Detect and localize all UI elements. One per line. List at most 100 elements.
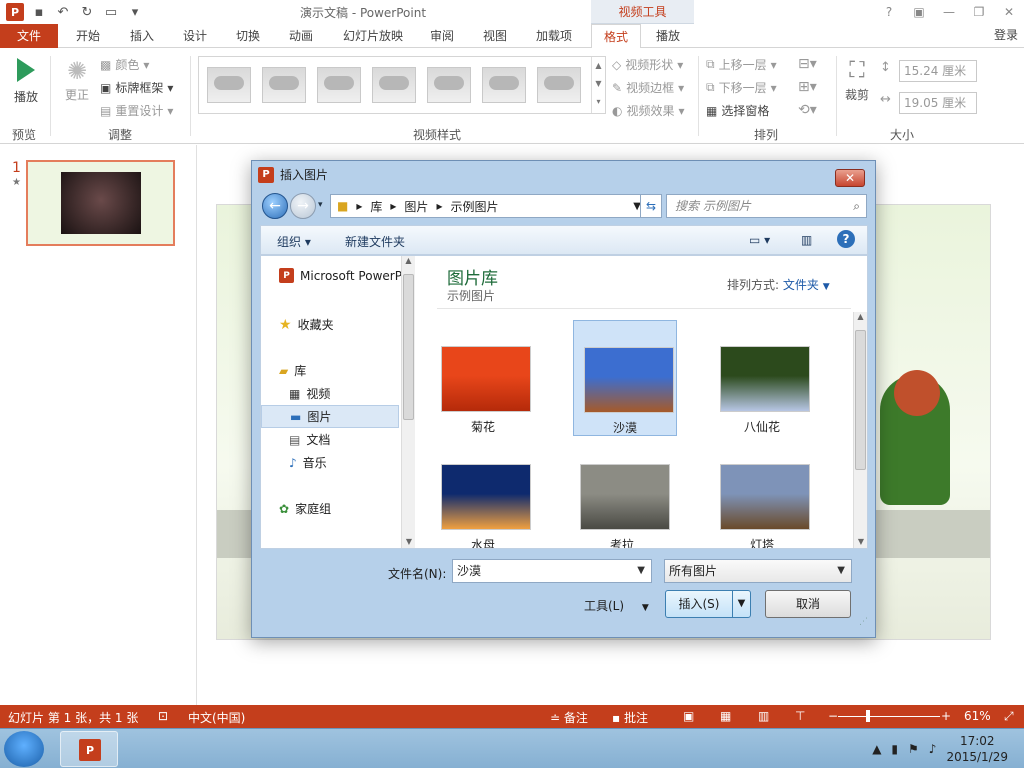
video-style-thumb[interactable]: [207, 67, 251, 103]
filetype-select[interactable]: 所有图片 ▼: [664, 559, 852, 583]
video-style-thumb[interactable]: [262, 67, 306, 103]
tray-expand-icon[interactable]: ▲: [872, 742, 881, 756]
nav-item-libraries[interactable]: ▰ 库: [279, 362, 306, 379]
image-tile-lighthouse[interactable]: 灯塔: [710, 438, 814, 548]
help-icon[interactable]: ?: [837, 230, 855, 248]
nav-item-homegroup[interactable]: ✿ 家庭组: [279, 500, 331, 517]
close-icon[interactable]: ✕: [994, 0, 1024, 24]
slide-sorter-icon[interactable]: ▦: [720, 709, 731, 723]
reading-view-icon[interactable]: ▥: [758, 709, 769, 723]
tab-addins[interactable]: 加载项: [530, 24, 578, 48]
refresh-icon[interactable]: ⇆: [640, 194, 662, 218]
help-icon[interactable]: ?: [874, 0, 904, 24]
recent-locations-icon[interactable]: ▾: [318, 200, 323, 210]
video-style-thumb[interactable]: [372, 67, 416, 103]
save-icon[interactable]: ▪: [30, 3, 48, 21]
forward-button[interactable]: →: [290, 193, 316, 219]
preview-pane-icon[interactable]: ▥: [801, 233, 812, 247]
tab-view[interactable]: 视图: [477, 24, 513, 48]
address-bar[interactable]: ■ ▸ 库 ▸ 图片 ▸ 示例图片 ▼: [330, 194, 648, 218]
navigation-pane-scrollbar[interactable]: ▲ ▼: [401, 256, 415, 548]
scroll-down-icon[interactable]: ▼: [402, 537, 416, 546]
login-link[interactable]: 登录: [994, 26, 1018, 43]
nav-item-pictures[interactable]: ▬ 图片: [261, 405, 399, 428]
cancel-button[interactable]: 取消: [765, 590, 851, 618]
selection-pane-button[interactable]: ▦ 选择窗格: [706, 102, 769, 119]
zoom-in-icon[interactable]: +: [941, 709, 951, 723]
tab-review[interactable]: 审阅: [424, 24, 460, 48]
powerpoint-logo-icon[interactable]: P: [6, 3, 24, 21]
search-input[interactable]: 搜索 示例图片 ⌕: [666, 194, 867, 218]
tab-file[interactable]: 文件: [0, 24, 58, 48]
tab-format[interactable]: 格式: [591, 24, 641, 49]
video-style-thumb[interactable]: [427, 67, 471, 103]
change-view-icon[interactable]: ▭ ▾: [749, 233, 770, 247]
organize-button[interactable]: 组织 ▾: [277, 233, 311, 250]
poster-frame-button[interactable]: ▣ 标牌框架 ▾: [100, 79, 173, 96]
width-spinner[interactable]: 19.05 厘米: [899, 92, 977, 114]
dialog-close-button[interactable]: ✕: [835, 169, 865, 187]
clock[interactable]: 17:02 2015/1/29: [946, 733, 1008, 765]
minimize-icon[interactable]: —: [934, 0, 964, 24]
tab-insert[interactable]: 插入: [124, 24, 160, 48]
network-icon[interactable]: ▮: [891, 742, 898, 756]
nav-item-favorites[interactable]: ★ 收藏夹: [279, 316, 334, 333]
nav-item-music[interactable]: ♪ 音乐: [289, 454, 327, 471]
language-status[interactable]: 中文(中国): [188, 709, 245, 726]
group-objects-icon[interactable]: ⊞▾: [798, 79, 817, 95]
arrange-by[interactable]: 排列方式: 文件夹 ▼: [727, 276, 830, 293]
comments-button[interactable]: ▪ 批注: [612, 709, 648, 726]
rotate-icon[interactable]: ⟲▾: [798, 102, 817, 118]
video-style-thumb[interactable]: [482, 67, 526, 103]
bring-forward-button[interactable]: ⧉ 上移一层 ▾: [706, 56, 777, 73]
gallery-scroll[interactable]: ▲ ▼ ▾: [591, 57, 605, 113]
color-button[interactable]: ▩ 颜色 ▾: [100, 56, 149, 73]
chevron-down-icon[interactable]: ▼: [637, 560, 645, 582]
tab-home[interactable]: 开始: [70, 24, 106, 48]
tab-animations[interactable]: 动画: [283, 24, 319, 48]
video-styles-gallery[interactable]: ▲ ▼ ▾: [198, 56, 606, 114]
crop-button[interactable]: ⛶ 裁剪: [842, 56, 872, 103]
breadcrumb-libraries[interactable]: 库: [370, 198, 382, 215]
correct-button[interactable]: ✺ 更正: [60, 56, 94, 103]
customize-qat-icon[interactable]: ▾: [126, 3, 144, 21]
nav-item-documents[interactable]: ▤ 文档: [289, 431, 330, 448]
nav-item-microsoft-powerpoint[interactable]: P Microsoft PowerP: [279, 268, 402, 283]
start-button-icon[interactable]: [4, 731, 44, 767]
tab-design[interactable]: 设计: [177, 24, 213, 48]
ribbon-display-icon[interactable]: ▣: [904, 0, 934, 24]
normal-view-icon[interactable]: ▣: [683, 709, 694, 723]
play-button[interactable]: 播放: [8, 56, 44, 105]
reset-design-button[interactable]: ▤ 重置设计 ▾: [100, 102, 173, 119]
restore-icon[interactable]: ❐: [964, 0, 994, 24]
slideshow-view-icon[interactable]: ⊤: [795, 709, 805, 723]
scroll-up-icon[interactable]: ▲: [402, 256, 415, 265]
file-list-scrollbar[interactable]: ▲ ▼: [853, 312, 867, 548]
volume-icon[interactable]: ♪: [929, 742, 937, 756]
notes-button[interactable]: ≐ 备注: [550, 709, 588, 726]
image-tile-desert[interactable]: 沙漠: [573, 320, 677, 436]
slide-thumbnail[interactable]: [26, 160, 175, 246]
nav-item-videos[interactable]: ▦ 视频: [289, 385, 330, 402]
zoom-slider-handle[interactable]: [866, 710, 870, 722]
filename-input[interactable]: 沙漠 ▼: [452, 559, 652, 583]
insert-dropdown-icon[interactable]: ▼: [732, 591, 750, 617]
tab-transitions[interactable]: 切换: [230, 24, 266, 48]
video-border-button[interactable]: ✎ 视频边框 ▾: [612, 79, 684, 96]
back-button[interactable]: ←: [262, 193, 288, 219]
scroll-up-icon[interactable]: ▲: [854, 312, 867, 321]
zoom-level[interactable]: 61%: [964, 709, 991, 723]
height-spinner[interactable]: 15.24 厘米: [899, 60, 977, 82]
spellcheck-icon[interactable]: ⊡: [158, 709, 168, 723]
breadcrumb-sample-pictures[interactable]: 示例图片: [450, 198, 498, 215]
taskbar-powerpoint-button[interactable]: P: [60, 731, 118, 767]
fit-to-window-icon[interactable]: ⤢: [1004, 709, 1014, 724]
scrollbar-thumb[interactable]: [855, 330, 866, 470]
image-tile-hydrangeas[interactable]: 八仙花: [710, 320, 814, 436]
scroll-down-icon[interactable]: ▼: [854, 537, 868, 546]
zoom-out-icon[interactable]: −: [828, 709, 838, 723]
tab-playback[interactable]: 播放: [648, 24, 688, 48]
redo-icon[interactable]: ↻: [78, 3, 96, 21]
flag-icon[interactable]: ⚑: [908, 742, 919, 756]
image-tile-chrysanthemum[interactable]: 菊花: [431, 320, 535, 436]
